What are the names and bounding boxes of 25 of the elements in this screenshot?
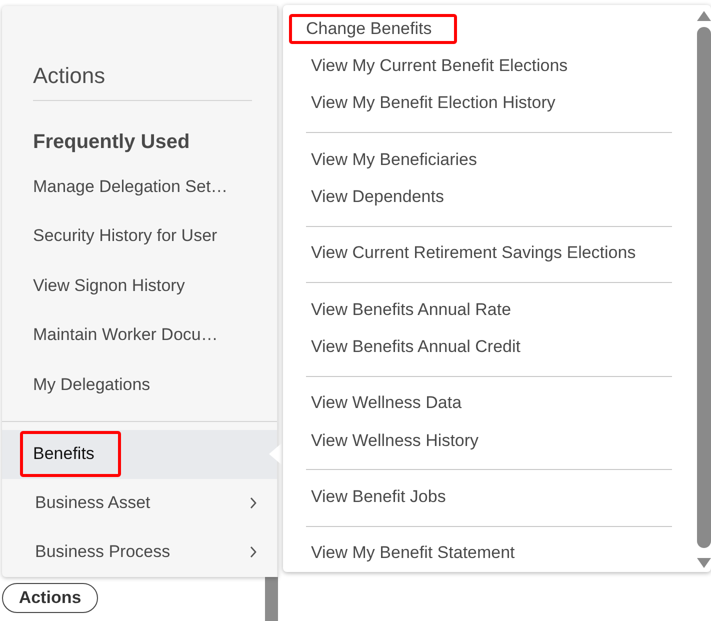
submenu-item[interactable]: View Wellness History — [303, 424, 487, 457]
submenu-item[interactable]: Change Benefits — [289, 14, 457, 44]
scroll-down-icon[interactable] — [697, 558, 711, 568]
submenu-item[interactable]: View My Benefit Election History — [303, 87, 564, 120]
scrollbar-thumb[interactable] — [265, 577, 278, 621]
menu-item[interactable]: View Signon History — [33, 276, 185, 296]
menu-item[interactable]: Manage Delegation Set… — [33, 176, 228, 197]
submenu-item[interactable]: View My Current Benefit Elections — [303, 50, 576, 82]
menu-item[interactable]: Security History for User — [33, 226, 218, 246]
submenu-item[interactable]: View My Beneficiaries — [303, 144, 485, 176]
submenu-item[interactable]: View Benefits Annual Credit — [303, 330, 528, 363]
actions-button[interactable]: Actions — [2, 583, 98, 613]
submenu-item[interactable]: View Current Retirement Savings Elections — [303, 237, 644, 270]
submenu-item[interactable]: View Dependents — [303, 180, 452, 213]
submenu-item[interactable]: View Wellness Data — [303, 387, 470, 420]
category-item[interactable]: Business Process — [2, 528, 277, 576]
submenu-item[interactable]: View My Benefit Statement — [303, 537, 523, 570]
submenu-item[interactable]: View Benefit Jobs — [303, 480, 454, 513]
submenu-item[interactable]: View Benefits Annual Rate — [303, 294, 520, 326]
menu-item[interactable]: My Delegations — [33, 374, 150, 395]
panel-title: Actions — [33, 62, 106, 90]
scrollbar-thumb[interactable] — [697, 27, 711, 548]
menu-item[interactable]: Maintain Worker Docu… — [33, 325, 218, 346]
section-heading: Frequently Used — [33, 130, 191, 155]
category-item[interactable]: Business Asset — [2, 478, 277, 528]
